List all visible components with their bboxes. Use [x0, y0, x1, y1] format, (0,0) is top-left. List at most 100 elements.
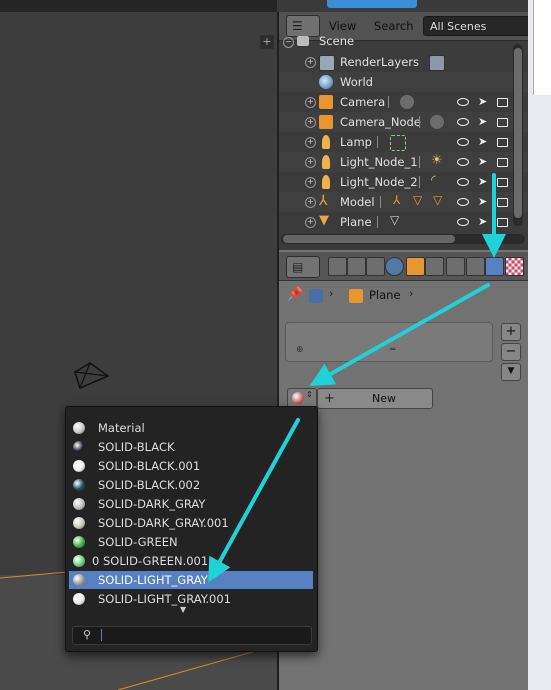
render-camera-icon[interactable]	[497, 198, 508, 207]
selectable-cursor-icon[interactable]: ➤	[478, 195, 487, 209]
visibility-eye-icon[interactable]	[457, 158, 469, 166]
material-option-label: SOLID-DARK_GRAY	[98, 497, 206, 511]
outliner-row-scene[interactable]: − Scene	[279, 34, 528, 50]
material-option[interactable]: 0 SOLID-GREEN.001	[69, 552, 313, 570]
expand-list-icon[interactable]: ⊕	[296, 345, 304, 355]
selectable-cursor-icon[interactable]: ➤	[478, 115, 487, 129]
outliner-row-renderlayers[interactable]: + RenderLayers	[279, 52, 528, 72]
expand-icon[interactable]: +	[305, 157, 316, 168]
lamp-data-icon[interactable]	[390, 135, 406, 151]
viewport-header	[0, 0, 277, 12]
material-option[interactable]: SOLID-BLACK.001	[69, 457, 313, 475]
spot-lamp-icon[interactable]: ◜	[431, 173, 436, 188]
selectable-cursor-icon[interactable]: ➤	[478, 215, 487, 229]
display-mode-select[interactable]: All Scenes	[423, 16, 533, 36]
render-camera-icon[interactable]	[497, 158, 508, 167]
render-layer-icon[interactable]	[429, 55, 445, 71]
separator	[419, 176, 420, 188]
camera-data-icon[interactable]	[430, 115, 444, 129]
render-layers-tab-icon[interactable]	[347, 257, 366, 276]
context-breadcrumb: 📌 › Plane ›	[279, 284, 528, 308]
mesh-data-icon[interactable]: ▽	[390, 213, 399, 227]
scene-label: Scene	[319, 34, 355, 48]
outliner-row-world[interactable]: World	[279, 72, 528, 92]
slot-specials-button[interactable]: ▼	[501, 363, 521, 381]
visibility-eye-icon[interactable]	[457, 138, 469, 146]
outliner-row-lamp[interactable]: + Lamp ➤	[279, 132, 528, 152]
outliner-row-light-node-1[interactable]: + Light_Node_1 ☀ ➤	[279, 152, 528, 172]
render-camera-icon[interactable]	[497, 138, 508, 147]
separator	[419, 116, 420, 128]
visibility-eye-icon[interactable]	[457, 98, 469, 106]
pin-icon[interactable]: 📌	[287, 287, 303, 302]
material-option[interactable]: SOLID-DARK_GRAY	[69, 495, 313, 513]
modifiers-tab-icon[interactable]	[446, 257, 465, 276]
material-option[interactable]: Material	[69, 419, 313, 437]
mesh-child-icon[interactable]: ▽	[413, 193, 422, 207]
viewport-toolshelf-toggle[interactable]: +	[260, 35, 274, 49]
expand-icon[interactable]: +	[305, 137, 316, 148]
camera-gizmo-icon	[74, 362, 110, 390]
expand-icon[interactable]: +	[305, 217, 316, 228]
render-layers-icon	[319, 55, 335, 71]
material-option[interactable]: SOLID-LIGHT_GRAY.001	[69, 590, 313, 608]
outliner-row-light-node-2[interactable]: + Light_Node_2 ◜ ➤	[279, 172, 528, 192]
material-option[interactable]: SOLID-BLACK	[69, 438, 313, 456]
armature-data-icon[interactable]: ⅄	[393, 193, 400, 207]
world-tab-icon[interactable]	[385, 257, 404, 276]
expand-icon[interactable]: +	[305, 197, 316, 208]
selectable-cursor-icon[interactable]: ➤	[478, 95, 487, 109]
sun-icon[interactable]: ☀	[431, 153, 443, 168]
material-option[interactable]: SOLID-LIGHT_GRAY	[69, 571, 313, 589]
search-menu[interactable]: Search	[374, 16, 414, 36]
visibility-eye-icon[interactable]	[457, 218, 469, 226]
material-option[interactable]: SOLID-DARK_GRAY.001	[69, 514, 313, 532]
data-tab-icon[interactable]	[466, 257, 485, 276]
visibility-eye-icon[interactable]	[457, 118, 469, 126]
chevron-right-icon: ›	[409, 287, 414, 300]
editor-type-button[interactable]: ▤	[286, 256, 320, 278]
material-option[interactable]: SOLID-GREEN	[69, 533, 313, 551]
armature-icon: ⅄	[319, 193, 328, 209]
expand-icon[interactable]: +	[305, 177, 316, 188]
constraints-tab-icon[interactable]	[425, 257, 444, 276]
outliner-row-plane[interactable]: + ▼ Plane ▽ ➤	[279, 212, 528, 232]
selectable-cursor-icon[interactable]: ➤	[478, 155, 487, 169]
render-camera-icon[interactable]	[497, 218, 508, 227]
visibility-eye-icon[interactable]	[457, 178, 469, 186]
scene-tab-icon[interactable]	[366, 257, 385, 276]
material-option-label: SOLID-DARK_GRAY.001	[98, 516, 229, 530]
material-option[interactable]: SOLID-BLACK.002	[69, 476, 313, 494]
expand-icon[interactable]: +	[305, 117, 316, 128]
outliner-vertical-scroll-thumb[interactable]	[514, 48, 522, 218]
outliner-row-model[interactable]: + ⅄ Model ⅄ ▽ ▽ ➤	[279, 192, 528, 212]
expand-icon[interactable]: +	[305, 57, 316, 68]
material-option-label: 0 SOLID-GREEN.001	[92, 554, 209, 568]
dropdown-search-input[interactable]: ⚲	[72, 626, 312, 645]
add-slot-button[interactable]: +	[501, 323, 521, 341]
new-material-button[interactable]: + New	[317, 388, 433, 409]
adjacent-window	[528, 0, 551, 690]
selectable-cursor-icon[interactable]: ➤	[478, 135, 487, 149]
outliner-row-camera[interactable]: + Camera ➤	[279, 92, 528, 112]
material-tab-icon[interactable]	[485, 257, 504, 276]
expand-icon[interactable]: +	[305, 97, 316, 108]
mesh-child-icon[interactable]: ▽	[433, 193, 442, 207]
selectable-cursor-icon[interactable]: ➤	[478, 175, 487, 189]
render-camera-icon[interactable]	[497, 98, 508, 107]
outliner-horizontal-scroll-thumb[interactable]	[283, 235, 455, 243]
render-camera-icon[interactable]	[497, 118, 508, 127]
camera-data-icon[interactable]	[400, 95, 414, 109]
resize-grip-icon[interactable]: ═	[390, 345, 395, 355]
collapse-icon[interactable]: −	[283, 37, 294, 48]
remove-slot-button[interactable]: −	[501, 343, 521, 361]
material-slot-list[interactable]: ⊕ ═	[285, 322, 493, 362]
outliner-row-camera-node[interactable]: + Camera_Node ➤	[279, 112, 528, 132]
scroll-down-icon[interactable]: ▼	[180, 605, 186, 614]
object-tab-icon[interactable]	[406, 257, 425, 276]
material-option-label: SOLID-LIGHT_GRAY.001	[98, 592, 231, 606]
visibility-eye-icon[interactable]	[457, 198, 469, 206]
texture-tab-icon[interactable]	[505, 257, 524, 276]
render-camera-icon[interactable]	[497, 178, 508, 187]
render-tab-icon[interactable]	[328, 257, 347, 276]
